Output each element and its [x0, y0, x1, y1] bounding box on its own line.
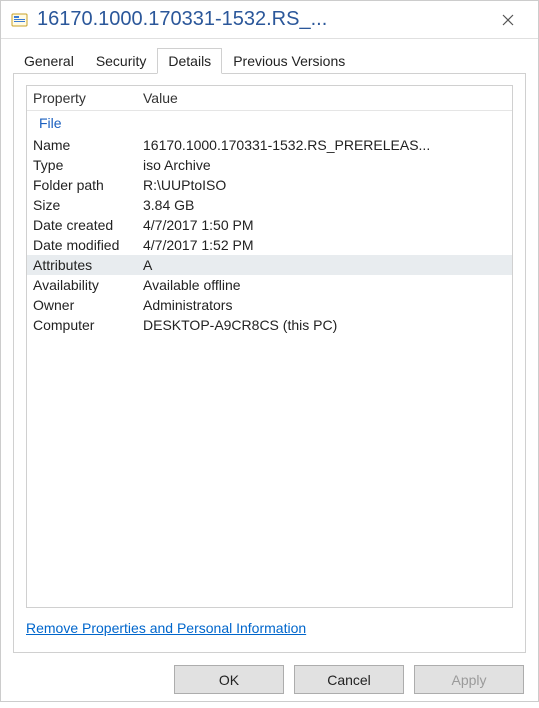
- detail-row[interactable]: Typeiso Archive: [27, 155, 512, 175]
- tab-security[interactable]: Security: [85, 48, 158, 73]
- detail-val: 4/7/2017 1:52 PM: [143, 237, 512, 253]
- detail-val: R:\UUPtoISO: [143, 177, 512, 193]
- detail-row[interactable]: Folder pathR:\UUPtoISO: [27, 175, 512, 195]
- close-button[interactable]: [488, 5, 528, 35]
- detail-row[interactable]: ComputerDESKTOP-A9CR8CS (this PC): [27, 315, 512, 335]
- group-file: File: [27, 111, 512, 135]
- detail-prop: Name: [33, 137, 143, 153]
- detail-row[interactable]: Size3.84 GB: [27, 195, 512, 215]
- titlebar: 16170.1000.170331-1532.RS_...: [1, 1, 538, 39]
- detail-val: DESKTOP-A9CR8CS (this PC): [143, 317, 512, 333]
- details-header: Property Value: [27, 86, 512, 111]
- detail-val: Available offline: [143, 277, 512, 293]
- details-panel: Property Value File Name16170.1000.17033…: [13, 73, 526, 653]
- dialog-content: General Security Details Previous Versio…: [1, 39, 538, 653]
- detail-prop: Folder path: [33, 177, 143, 193]
- detail-row[interactable]: OwnerAdministrators: [27, 295, 512, 315]
- detail-prop: Owner: [33, 297, 143, 313]
- detail-prop: Attributes: [33, 257, 143, 273]
- detail-prop: Type: [33, 157, 143, 173]
- apply-button[interactable]: Apply: [414, 665, 524, 694]
- ok-button[interactable]: OK: [174, 665, 284, 694]
- cancel-button[interactable]: Cancel: [294, 665, 404, 694]
- detail-row[interactable]: Date modified4/7/2017 1:52 PM: [27, 235, 512, 255]
- file-type-icon: [11, 11, 29, 29]
- header-property[interactable]: Property: [33, 90, 143, 106]
- header-value[interactable]: Value: [143, 90, 512, 106]
- window-title: 16170.1000.170331-1532.RS_...: [37, 8, 488, 31]
- tab-previous-versions[interactable]: Previous Versions: [222, 48, 356, 73]
- detail-prop: Availability: [33, 277, 143, 293]
- detail-row[interactable]: Date created4/7/2017 1:50 PM: [27, 215, 512, 235]
- tab-details[interactable]: Details: [157, 48, 222, 74]
- detail-prop: Date modified: [33, 237, 143, 253]
- detail-prop: Date created: [33, 217, 143, 233]
- detail-val: iso Archive: [143, 157, 512, 173]
- detail-val: 16170.1000.170331-1532.RS_PRERELEAS...: [143, 137, 512, 153]
- remove-properties-link[interactable]: Remove Properties and Personal Informati…: [26, 608, 513, 640]
- details-rows: Name16170.1000.170331-1532.RS_PRERELEAS.…: [27, 135, 512, 335]
- detail-row[interactable]: AvailabilityAvailable offline: [27, 275, 512, 295]
- detail-val: A: [143, 257, 512, 273]
- detail-row[interactable]: AttributesA: [27, 255, 512, 275]
- detail-prop: Size: [33, 197, 143, 213]
- detail-val: Administrators: [143, 297, 512, 313]
- detail-val: 3.84 GB: [143, 197, 512, 213]
- detail-row[interactable]: Name16170.1000.170331-1532.RS_PRERELEAS.…: [27, 135, 512, 155]
- tab-general[interactable]: General: [13, 48, 85, 73]
- detail-prop: Computer: [33, 317, 143, 333]
- detail-val: 4/7/2017 1:50 PM: [143, 217, 512, 233]
- details-list[interactable]: Property Value File Name16170.1000.17033…: [26, 85, 513, 608]
- tab-strip: General Security Details Previous Versio…: [13, 48, 526, 74]
- dialog-buttons: OK Cancel Apply: [1, 653, 538, 708]
